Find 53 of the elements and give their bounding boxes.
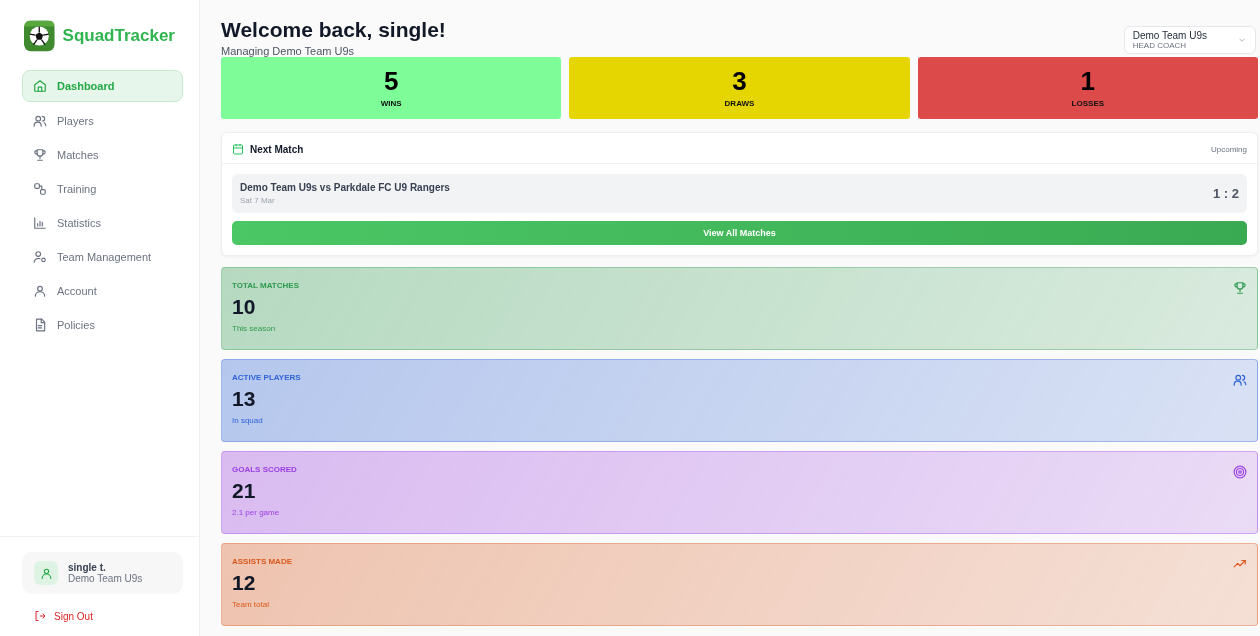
user-name: single t. [68, 562, 106, 573]
result-count: 5 [383, 68, 399, 94]
sign-out-icon [34, 610, 46, 622]
user-gear-icon [33, 250, 47, 264]
nav-item[interactable]: Team Management [22, 242, 183, 272]
nav-item[interactable]: Training [22, 174, 183, 204]
result-count: 1 [1080, 68, 1096, 94]
stat-label: ASSISTS MADE [232, 557, 292, 566]
stat-note: Team total [232, 600, 270, 609]
users-icon [1233, 373, 1247, 387]
soccer-ball-logo [24, 20, 55, 52]
stat-value: 10 [232, 295, 257, 319]
sign-out-button[interactable]: Sign Out [34, 610, 93, 622]
home-icon [33, 79, 47, 93]
trophy-icon [1233, 281, 1247, 295]
match-score: 1 : 2 [1213, 186, 1239, 201]
nav-item[interactable]: Account [22, 276, 183, 306]
user-icon [39, 566, 53, 580]
fixture-teams: Demo Team U9s vs Parkdale FC U9 Rangers [240, 182, 450, 193]
match-status: Upcoming [1211, 144, 1247, 154]
result-label: DRAWS [724, 99, 755, 108]
bar-chart-icon [33, 216, 47, 230]
page-title: Welcome back, single! [221, 18, 446, 42]
stat-note: In squad [232, 416, 264, 425]
user-icon [33, 284, 47, 298]
team-select[interactable]: Demo Team U9s HEAD COACH [1123, 26, 1256, 54]
stat-value: 12 [232, 571, 257, 595]
users-icon [33, 114, 47, 128]
result-label: WINS [380, 99, 402, 108]
stat-value: 21 [232, 479, 257, 503]
trophy-icon [33, 148, 47, 162]
user-team: Demo Team U9s [68, 573, 143, 584]
stat-value: 13 [232, 387, 257, 411]
document-icon [33, 318, 47, 332]
result-label: LOSSES [1071, 99, 1105, 108]
stat-label: GOALS SCORED [232, 465, 297, 474]
nav-item[interactable]: Dashboard [22, 70, 183, 102]
calendar-icon [232, 143, 244, 155]
result-count: 3 [732, 68, 747, 94]
nav-item[interactable]: Players [22, 106, 183, 136]
stat-label: ACTIVE PLAYERS [232, 373, 301, 382]
card-title: Next Match [250, 143, 304, 155]
fixture-date: Sat 7 Mar [240, 196, 276, 205]
stat-label: TOTAL MATCHES [232, 281, 299, 290]
app-name: SquadTracker [62, 26, 175, 46]
nav-item[interactable]: Matches [22, 140, 183, 170]
shapes-icon [33, 182, 47, 196]
nav-item[interactable]: Policies [22, 310, 183, 340]
target-icon [1233, 465, 1247, 479]
stat-note: 2.1 per game [232, 508, 281, 517]
stat-note: This season [232, 324, 277, 333]
page-subtitle: Managing Demo Team U9s [221, 45, 356, 57]
nav-item[interactable]: Statistics [22, 208, 183, 238]
